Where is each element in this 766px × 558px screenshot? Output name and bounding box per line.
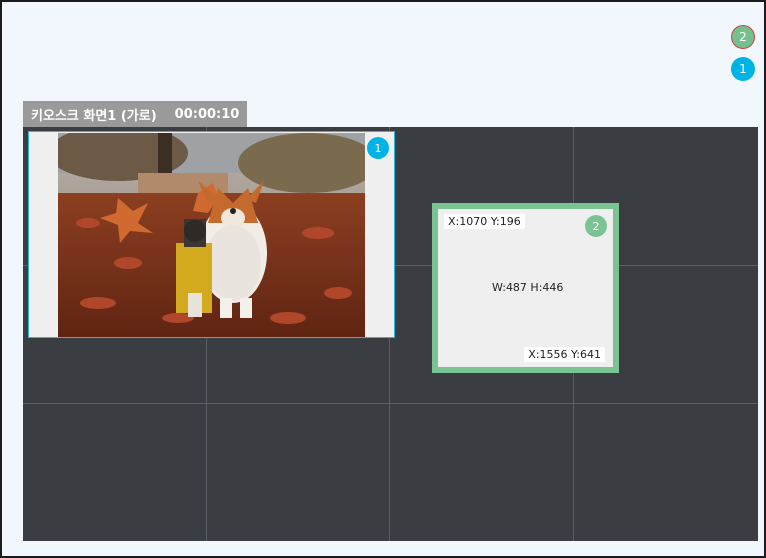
corgi-photo-image <box>58 133 365 337</box>
region-2[interactable]: X:1070 Y:196 W:487 H:446 X:1556 Y:641 2 <box>432 203 619 373</box>
layer-1-badge[interactable]: 1 <box>731 57 755 81</box>
layer-2-badge[interactable]: 2 <box>731 25 755 49</box>
region-1[interactable]: 1 <box>28 131 395 338</box>
region-2-top-left-coords: X:1070 Y:196 <box>444 214 525 229</box>
layout-canvas[interactable]: 1 X:1070 Y:196 W:487 H:446 X:1556 Y:641 … <box>23 127 758 541</box>
grid-line <box>23 403 758 404</box>
region-2-bottom-right-coords: X:1556 Y:641 <box>524 347 605 362</box>
screen-name: 키오스크 화면1 (가로) <box>31 108 157 124</box>
screen-title-bar: 키오스크 화면1 (가로) 00:00:10 <box>23 101 248 127</box>
region-2-size: W:487 H:446 <box>492 281 564 294</box>
region-2-number: 2 <box>585 215 607 237</box>
screen-duration: 00:00:10 <box>174 106 240 122</box>
region-1-number: 1 <box>367 137 389 159</box>
